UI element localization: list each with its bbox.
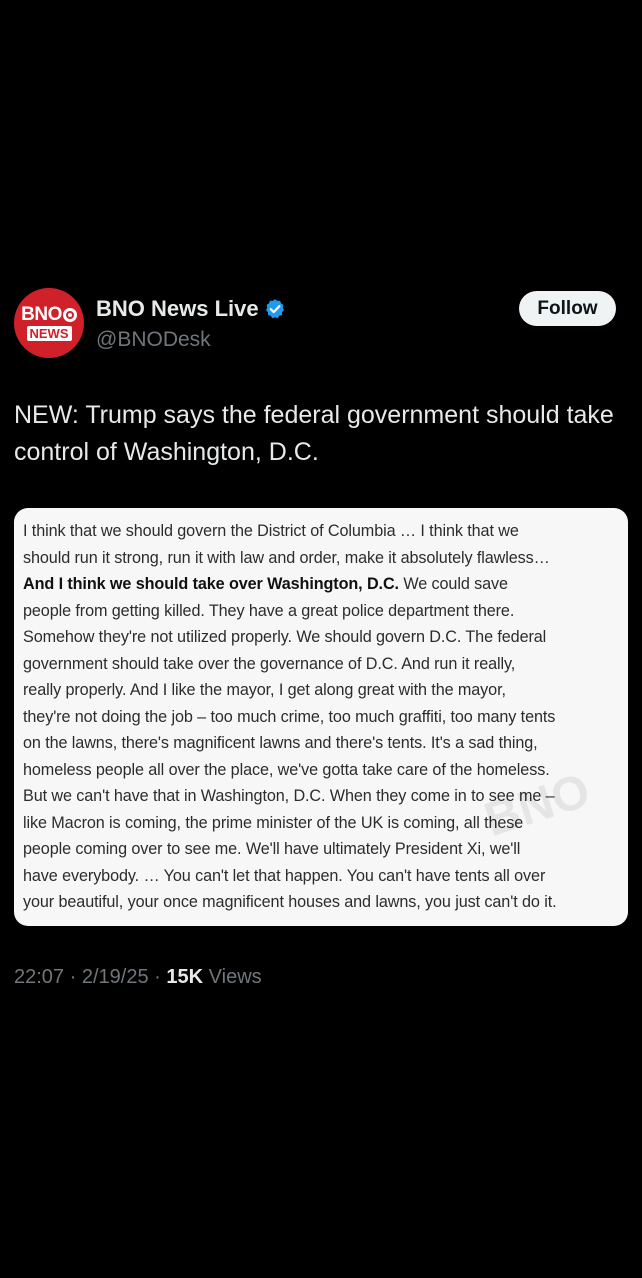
quote-line: on the lawns, there's magnificent lawns …: [23, 734, 538, 752]
quote-line: government should take over the governan…: [23, 654, 516, 673]
tweet-header: BNO NEWS BNO News Live @BNODesk Follow: [14, 287, 628, 359]
quote-line: homeless people all over the place, we'v…: [23, 760, 550, 779]
avatar-logo-top: BNO: [21, 305, 77, 325]
quote-bold-phrase: And I think we should take over Washingt…: [23, 575, 399, 593]
quote-line: your beautiful, your once magnificent ho…: [23, 893, 557, 911]
views-label: Views: [208, 966, 262, 988]
quote-line: Somehow they're not utilized properly. W…: [23, 628, 547, 646]
target-icon: [62, 308, 77, 322]
tweet-text: NEW: Trump says the federal government s…: [14, 401, 614, 466]
quote-line: they're not doing the job – too much cri…: [23, 707, 556, 726]
handle[interactable]: @BNODesk: [96, 325, 286, 355]
meta-separator: ·: [69, 966, 77, 988]
display-name[interactable]: BNO News Live: [96, 295, 259, 323]
avatar-logo-text: BNO: [21, 304, 62, 325]
quote-line: I think that we should govern the Distri…: [23, 522, 519, 540]
quote-image[interactable]: I think that we should govern the Distri…: [14, 508, 628, 926]
quote-line: people from getting killed. They have a …: [23, 601, 515, 620]
tweet-date[interactable]: 2/19/25: [82, 966, 149, 988]
quote-line-bold: And I think we should take over Washingt…: [23, 571, 620, 598]
verified-badge-icon: [264, 298, 286, 320]
quote-line: really properly. And I like the mayor, I…: [23, 681, 506, 699]
quote-line: like Macron is coming, the prime ministe…: [23, 813, 524, 832]
tweet: BNO NEWS BNO News Live @BNODesk Follow N…: [14, 287, 628, 991]
meta-separator: ·: [154, 966, 161, 988]
quote-line: have everybody. … You can't let that hap…: [23, 866, 546, 885]
author-names: BNO News Live @BNODesk: [96, 294, 286, 355]
tweet-time[interactable]: 22:07: [14, 966, 64, 988]
follow-button[interactable]: Follow: [519, 291, 616, 326]
quote-line: should run it strong, run it with law an…: [23, 548, 550, 567]
views-count: 15K: [166, 966, 204, 988]
quote-line-rest: We could save: [403, 575, 508, 593]
avatar[interactable]: BNO NEWS: [14, 288, 84, 358]
display-name-row: BNO News Live: [96, 294, 286, 324]
tweet-meta: 22:07 · 2/19/25 · 15K Views: [14, 963, 628, 991]
quote-line: But we can't have that in Washington, D.…: [23, 787, 555, 805]
avatar-logo-bottom: NEWS: [26, 326, 72, 341]
quote-line: people coming over to see me. We'll have…: [23, 840, 521, 858]
